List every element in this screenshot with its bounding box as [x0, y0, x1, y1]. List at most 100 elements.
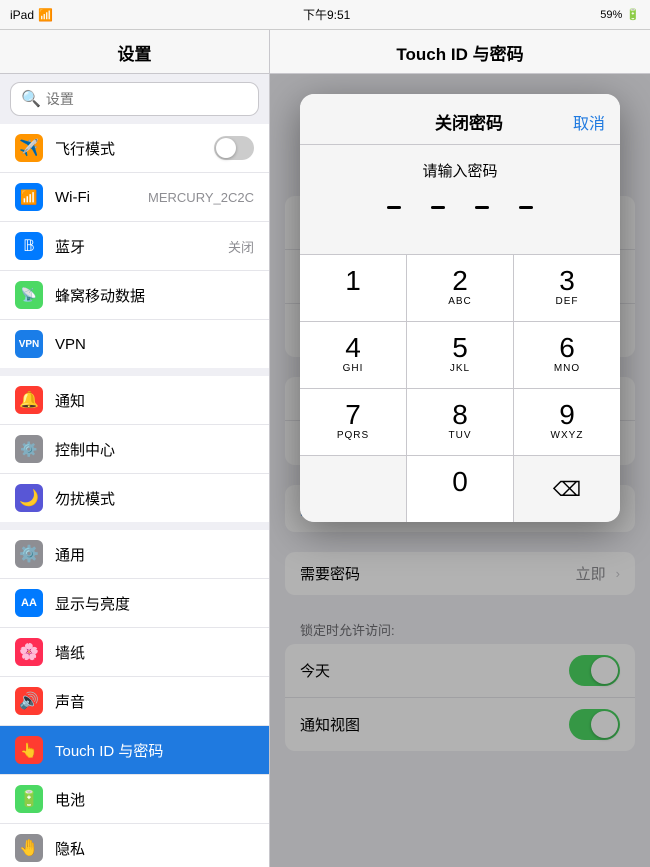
sidebar-item-wallpaper[interactable]: 🌸 墙纸 [0, 628, 269, 677]
sidebar-item-bluetooth[interactable]: 𝔹 蓝牙 关闭 [0, 222, 269, 271]
sidebar-item-airplane[interactable]: ✈️ 飞行模式 [0, 124, 269, 173]
sidebar-item-privacy[interactable]: 🤚 隐私 [0, 824, 269, 867]
key-0-number: 0 [452, 468, 468, 496]
passcode-dot-3 [475, 206, 489, 209]
vpn-label: VPN [55, 336, 254, 353]
status-left: iPad 📶 [10, 8, 53, 22]
key-delete[interactable]: ⌫ [514, 456, 620, 522]
sidebar-group-preferences: ⚙️ 通用 AA 显示与亮度 🌸 墙纸 🔊 声音 👆 Touch ID [0, 530, 269, 867]
key-6-number: 6 [559, 334, 575, 362]
sidebar-item-sounds[interactable]: 🔊 声音 [0, 677, 269, 726]
key-2-number: 2 [452, 267, 468, 295]
dialog-cancel-button[interactable]: 取消 [573, 110, 605, 134]
sounds-label: 声音 [55, 691, 254, 712]
sidebar-item-notifications[interactable]: 🔔 通知 [0, 376, 269, 425]
key-9[interactable]: 9 WXYZ [514, 389, 620, 455]
airplane-icon: ✈️ [15, 134, 43, 162]
key-2-letters: ABC [448, 296, 472, 309]
wallpaper-icon: 🌸 [15, 638, 43, 666]
sidebar-item-cellular[interactable]: 📡 蜂窝移动数据 [0, 271, 269, 320]
dialog-header: 关闭密码 取消 [300, 94, 620, 145]
sidebar-item-general[interactable]: ⚙️ 通用 [0, 530, 269, 579]
controlcenter-icon: ⚙️ [15, 435, 43, 463]
status-time: 下午9:51 [303, 6, 350, 23]
bluetooth-value: 关闭 [228, 237, 254, 256]
key-9-letters: WXYZ [551, 430, 584, 443]
key-8[interactable]: 8 TUV [407, 389, 513, 455]
touchid-label: Touch ID 与密码 [55, 740, 254, 761]
key-3-number: 3 [559, 267, 575, 295]
right-panel: Touch ID 与密码 将 TOUCH ID 用于: i [270, 30, 650, 867]
key-9-number: 9 [559, 401, 575, 429]
status-right: 59% 🔋 [600, 8, 640, 21]
bluetooth-icon: 𝔹 [15, 232, 43, 260]
bluetooth-label: 蓝牙 [55, 236, 223, 257]
sounds-icon: 🔊 [15, 687, 43, 715]
display-icon: AA [15, 589, 43, 617]
search-input[interactable] [46, 91, 248, 107]
sidebar-item-battery[interactable]: 🔋 电池 [0, 775, 269, 824]
right-body: 将 TOUCH ID 用于: iPad 解锁 Apple Pay iTunes … [270, 74, 650, 867]
key-empty [300, 456, 406, 522]
wifi-settings-icon: 📶 [15, 183, 43, 211]
key-0[interactable]: 0 [407, 456, 513, 522]
notifications-icon: 🔔 [15, 386, 43, 414]
key-3[interactable]: 3 DEF [514, 255, 620, 321]
sidebar-item-touchid[interactable]: 👆 Touch ID 与密码 [0, 726, 269, 775]
key-6-letters: MNO [554, 363, 580, 376]
key-5-letters: JKL [450, 363, 470, 376]
key-7[interactable]: 7 PQRS [300, 389, 406, 455]
search-icon: 🔍 [21, 89, 41, 109]
battery-percent: 59% [600, 9, 622, 21]
delete-icon: ⌫ [553, 477, 581, 502]
battery-settings-icon: 🔋 [15, 785, 43, 813]
sidebar-item-donotdisturb[interactable]: 🌙 勿扰模式 [0, 474, 269, 522]
cellular-label: 蜂窝移动数据 [55, 285, 254, 306]
sidebar-header: 设置 [0, 30, 269, 74]
ipad-label: iPad [10, 8, 34, 22]
dialog-prompt: 请输入密码 [315, 160, 605, 181]
passcode-dot-4 [519, 206, 533, 209]
key-4[interactable]: 4 GHI [300, 322, 406, 388]
key-5-number: 5 [452, 334, 468, 362]
key-3-letters: DEF [556, 296, 579, 309]
passcode-dots [315, 196, 605, 219]
sidebar-search-container: 🔍 [0, 74, 269, 124]
key-1[interactable]: 1 [300, 255, 406, 321]
key-6[interactable]: 6 MNO [514, 322, 620, 388]
key-7-number: 7 [345, 401, 361, 429]
dialog-title: 关闭密码 [365, 109, 573, 134]
sidebar-item-wifi[interactable]: 📶 Wi-Fi MERCURY_2C2C [0, 173, 269, 222]
key-4-number: 4 [345, 334, 361, 362]
airplane-label: 飞行模式 [55, 138, 214, 159]
touchid-icon: 👆 [15, 736, 43, 764]
sidebar-item-controlcenter[interactable]: ⚙️ 控制中心 [0, 425, 269, 474]
key-7-letters: PQRS [337, 430, 369, 443]
cellular-icon: 📡 [15, 281, 43, 309]
wallpaper-label: 墙纸 [55, 642, 254, 663]
privacy-icon: 🤚 [15, 834, 43, 862]
vpn-icon: VPN [15, 330, 43, 358]
donotdisturb-label: 勿扰模式 [55, 488, 254, 509]
sidebar-item-display[interactable]: AA 显示与亮度 [0, 579, 269, 628]
notifications-label: 通知 [55, 390, 254, 411]
passcode-dot-1 [387, 206, 401, 209]
controlcenter-label: 控制中心 [55, 439, 254, 460]
battery-icon: 🔋 [626, 8, 640, 21]
sidebar: 设置 🔍 ✈️ 飞行模式 📶 Wi-Fi MERCU [0, 30, 270, 867]
general-label: 通用 [55, 544, 254, 565]
key-5[interactable]: 5 JKL [407, 322, 513, 388]
key-8-number: 8 [452, 401, 468, 429]
right-title: Touch ID 与密码 [285, 40, 635, 65]
airplane-toggle[interactable] [214, 136, 254, 160]
status-bar: iPad 📶 下午9:51 59% 🔋 [0, 0, 650, 30]
key-2[interactable]: 2 ABC [407, 255, 513, 321]
dialog-overlay: 关闭密码 取消 请输入密码 [270, 74, 650, 867]
right-header: Touch ID 与密码 [270, 30, 650, 74]
privacy-label: 隐私 [55, 838, 254, 859]
passcode-dialog: 关闭密码 取消 请输入密码 [300, 94, 620, 522]
display-label: 显示与亮度 [55, 593, 254, 614]
key-4-letters: GHI [343, 363, 364, 376]
sidebar-item-vpn[interactable]: VPN VPN [0, 320, 269, 368]
search-box[interactable]: 🔍 [10, 82, 259, 116]
